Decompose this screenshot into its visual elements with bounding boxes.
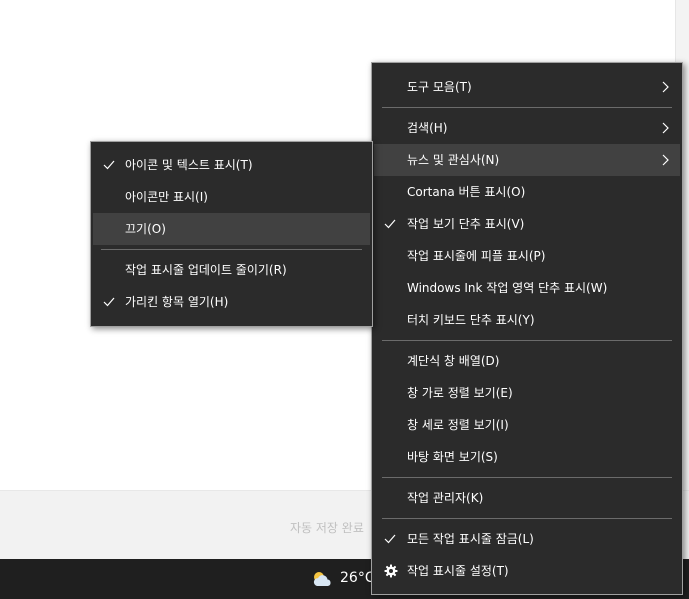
submenu-item-show-icon-and-text[interactable]: 아이콘 및 텍스트 표시(T) — [93, 149, 370, 181]
news-and-interests-submenu: 아이콘 및 텍스트 표시(T) 아이콘만 표시(I) 끄기(O) 작업 표시줄 … — [90, 141, 373, 327]
menu-item-label: 창 가로 정렬 보기(E) — [407, 386, 513, 400]
gear-icon — [383, 555, 399, 587]
chevron-right-icon — [660, 144, 672, 176]
menu-item-label: 작업 표시줄 설정(T) — [407, 564, 509, 578]
menu-item-label: 끄기(O) — [125, 222, 166, 236]
menu-item-show-desktop[interactable]: 바탕 화면 보기(S) — [374, 441, 680, 473]
menu-item-toolbars[interactable]: 도구 모음(T) — [374, 71, 680, 103]
autosave-status: 자동 저장 완료 — [290, 521, 364, 535]
menu-item-label: 검색(H) — [407, 121, 448, 135]
menu-item-show-people[interactable]: 작업 표시줄에 피플 표시(P) — [374, 240, 680, 272]
menu-item-label: 작업 표시줄 업데이트 줄이기(R) — [125, 263, 287, 277]
menu-item-cascade-windows[interactable]: 계단식 창 배열(D) — [374, 345, 680, 377]
menu-item-show-cortana-button[interactable]: Cortana 버튼 표시(O) — [374, 176, 680, 208]
menu-item-label: 가리킨 항목 열기(H) — [125, 295, 229, 309]
menu-item-side-by-side-windows[interactable]: 창 세로 정렬 보기(I) — [374, 409, 680, 441]
menu-item-label: 작업 보기 단추 표시(V) — [407, 217, 525, 231]
taskbar-context-menu: 도구 모음(T) 검색(H) 뉴스 및 관심사(N) Cortana 버튼 표시… — [371, 62, 683, 595]
menu-item-search[interactable]: 검색(H) — [374, 112, 680, 144]
menu-item-label: 창 세로 정렬 보기(I) — [407, 418, 509, 432]
menu-item-label: 계단식 창 배열(D) — [407, 354, 500, 368]
checkmark-icon — [101, 149, 117, 181]
menu-item-label: Windows Ink 작업 영역 단추 표시(W) — [407, 281, 608, 295]
menu-item-label: 바탕 화면 보기(S) — [407, 450, 498, 464]
menu-item-show-touch-keyboard[interactable]: 터치 키보드 단추 표시(Y) — [374, 304, 680, 336]
menu-item-stack-windows[interactable]: 창 가로 정렬 보기(E) — [374, 377, 680, 409]
menu-separator — [382, 518, 672, 519]
menu-separator — [382, 107, 672, 108]
menu-item-label: 아이콘만 표시(I) — [125, 190, 208, 204]
menu-item-lock-taskbars[interactable]: 모든 작업 표시줄 잠금(L) — [374, 523, 680, 555]
menu-item-task-manager[interactable]: 작업 관리자(K) — [374, 482, 680, 514]
menu-separator — [101, 249, 362, 250]
menu-item-label: 작업 관리자(K) — [407, 491, 484, 505]
checkmark-icon — [382, 208, 398, 240]
menu-item-label: 모든 작업 표시줄 잠금(L) — [407, 532, 534, 546]
submenu-item-reduce-taskbar-updates[interactable]: 작업 표시줄 업데이트 줄이기(R) — [93, 254, 370, 286]
menu-item-taskbar-settings[interactable]: 작업 표시줄 설정(T) — [374, 555, 680, 587]
submenu-item-turn-off[interactable]: 끄기(O) — [93, 213, 370, 245]
menu-item-news-and-interests[interactable]: 뉴스 및 관심사(N) — [374, 144, 680, 176]
submenu-item-open-on-hover[interactable]: 가리킨 항목 열기(H) — [93, 286, 370, 318]
menu-separator — [382, 340, 672, 341]
menu-item-label: 작업 표시줄에 피플 표시(P) — [407, 249, 546, 263]
menu-item-label: 도구 모음(T) — [407, 80, 472, 94]
menu-item-label: Cortana 버튼 표시(O) — [407, 185, 526, 199]
checkmark-icon — [382, 523, 398, 555]
weather-temperature[interactable]: 26°C — [340, 570, 375, 586]
submenu-item-show-icon-only[interactable]: 아이콘만 표시(I) — [93, 181, 370, 213]
chevron-right-icon — [660, 112, 672, 144]
menu-item-label: 터치 키보드 단추 표시(Y) — [407, 313, 535, 327]
checkmark-icon — [101, 286, 117, 318]
menu-item-show-windows-ink[interactable]: Windows Ink 작업 영역 단추 표시(W) — [374, 272, 680, 304]
partly-cloudy-icon[interactable] — [310, 569, 334, 589]
chevron-right-icon — [660, 71, 672, 103]
menu-item-label: 뉴스 및 관심사(N) — [407, 153, 500, 167]
menu-item-label: 아이콘 및 텍스트 표시(T) — [125, 158, 253, 172]
menu-separator — [382, 477, 672, 478]
menu-item-show-task-view-button[interactable]: 작업 보기 단추 표시(V) — [374, 208, 680, 240]
